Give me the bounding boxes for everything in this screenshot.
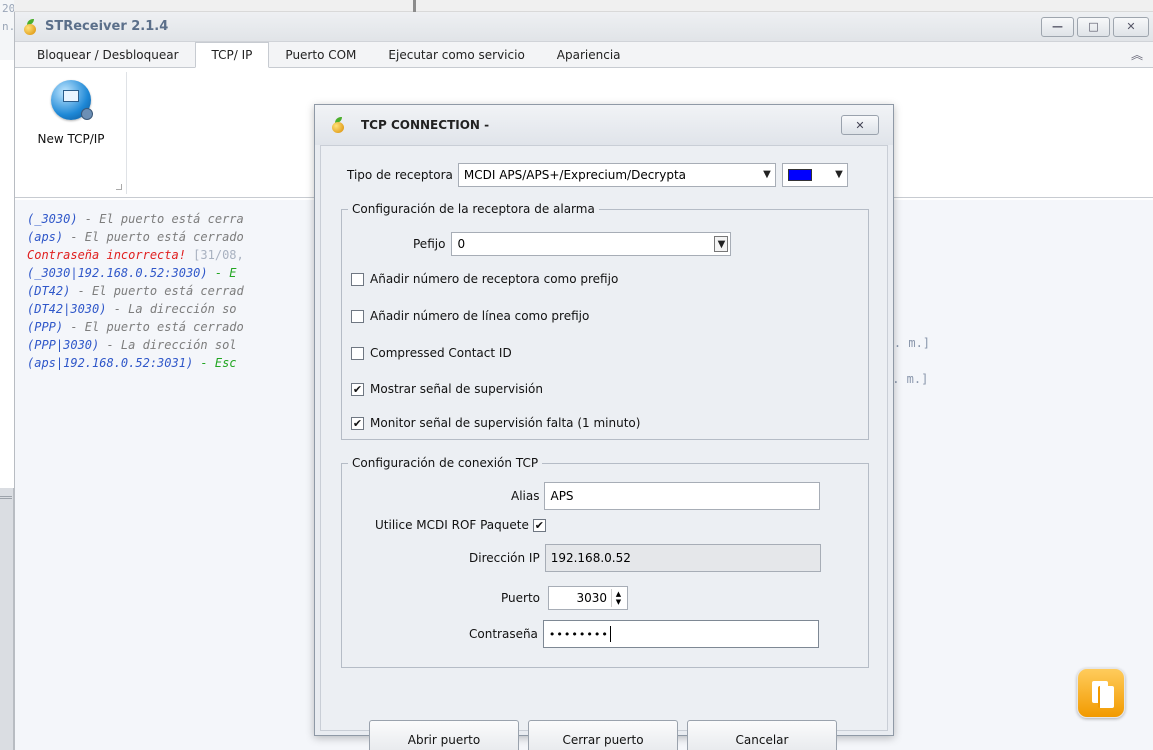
prefix-select[interactable]: 0 ▼ [451, 232, 732, 256]
checkbox-label: Añadir número de receptora como prefijo [370, 272, 619, 286]
minimize-button[interactable]: — [1041, 16, 1074, 37]
checkbox-label: Monitor señal de supervisión falta (1 mi… [370, 416, 641, 430]
tab-label: Puerto COM [285, 48, 357, 62]
document-icon [1098, 686, 1114, 708]
tab-puerto-com[interactable]: Puerto COM [269, 43, 372, 67]
ip-address-input[interactable]: 192.168.0.52 [544, 544, 821, 572]
dialog-close-button[interactable]: ✕ [841, 115, 879, 135]
copy-document-button[interactable] [1077, 668, 1125, 718]
checkbox-monitor-supervision[interactable]: ✔ Monitor señal de supervisión falta (1 … [351, 416, 640, 430]
tab-ejecutar-servicio[interactable]: Ejecutar como servicio [372, 43, 540, 67]
dialog-titlebar[interactable]: TCP CONNECTION - ✕ [315, 105, 893, 145]
maximize-icon: □ [1088, 20, 1099, 33]
maximize-button[interactable]: □ [1077, 16, 1110, 37]
checkbox-label: Añadir número de línea como prefijo [370, 309, 590, 323]
close-icon: ✕ [1126, 20, 1136, 33]
app-logo-icon [23, 18, 37, 35]
tab-label: Ejecutar como servicio [388, 48, 525, 62]
chevron-down-icon: ▼ [763, 169, 771, 180]
tab-label: Apariencia [556, 48, 621, 62]
password-input[interactable]: •••••••• [542, 620, 819, 648]
checkbox[interactable] [351, 309, 364, 323]
alias-input[interactable]: APS [544, 482, 821, 510]
receiver-type-label: Tipo de receptora [347, 168, 453, 182]
background-window-strip [14, 0, 1153, 12]
background-text: n. [2, 20, 16, 33]
background-window-fragment [0, 488, 14, 750]
checkbox-label: Compressed Contact ID [370, 346, 512, 360]
password-label: Contraseña [469, 627, 538, 641]
checkbox-checked[interactable]: ✔ [351, 382, 364, 396]
dialog-title: TCP CONNECTION - [361, 118, 490, 132]
group-legend: Configuración de conexión TCP [352, 456, 539, 470]
receiver-type-select[interactable]: MCDI APS/APS+/Exprecium/Decrypta ▼ [457, 163, 776, 187]
checkbox-compressed-contact-id[interactable]: Compressed Contact ID [351, 346, 512, 360]
port-value: 3030 [576, 591, 607, 605]
color-picker[interactable]: ▼ [781, 163, 848, 187]
new-tcp-ip-button[interactable]: New TCP/IP [25, 78, 117, 158]
chevron-down-icon: ▼ [714, 236, 729, 252]
window-title: STReceiver 2.1.4 [45, 19, 169, 34]
tcp-connection-dialog: TCP CONNECTION - ✕ Tipo de receptora MCD… [314, 104, 894, 750]
background-separator [413, 0, 416, 12]
ribbon-group: New TCP/IP [19, 72, 127, 194]
minimize-icon: — [1052, 20, 1063, 33]
ip-address-value: 192.168.0.52 [550, 551, 631, 565]
tab-label: Bloquear / Desbloquear [37, 48, 179, 62]
close-icon: ✕ [855, 118, 865, 132]
dialog-body: Tipo de receptora MCDI APS/APS+/Expreciu… [320, 145, 888, 750]
checkbox-label: Mostrar señal de supervisión [370, 382, 544, 396]
tab-tcp-ip[interactable]: TCP/ IP [194, 42, 270, 68]
prefix-value: 0 [457, 237, 466, 251]
new-tcp-ip-label: New TCP/IP [37, 132, 105, 146]
tab-label: TCP/ IP [211, 48, 253, 62]
window-titlebar[interactable]: STReceiver 2.1.4 — □ ✕ [15, 12, 1153, 42]
spin-arrows-icon[interactable]: ▲ ▼ [611, 589, 625, 607]
cancel-button[interactable]: Cancelar [687, 720, 837, 750]
port-label: Puerto [501, 591, 540, 605]
dialog-launcher-icon[interactable] [116, 184, 122, 190]
ip-address-label: Dirección IP [469, 551, 540, 565]
receiver-type-value: MCDI APS/APS+/Exprecium/Decrypta [463, 168, 687, 182]
ribbon-tab-bar: Bloquear / Desbloquear TCP/ IP Puerto CO… [15, 42, 1153, 68]
color-swatch [787, 169, 812, 181]
background-text: 20 [2, 2, 16, 15]
close-port-button[interactable]: Cerrar puerto [528, 720, 678, 750]
chevron-up-icon[interactable]: ︽ [1131, 46, 1143, 63]
network-globe-icon [51, 80, 93, 120]
alias-label: Alias [511, 489, 540, 503]
button-label: Cerrar puerto [562, 733, 644, 747]
checkbox-add-receiver-prefix[interactable]: Añadir número de receptora como prefijo [351, 272, 618, 286]
checkbox[interactable] [351, 346, 364, 360]
background-window-fragment: 20 n. [0, 0, 16, 60]
tab-bloquear[interactable]: Bloquear / Desbloquear [21, 43, 195, 67]
password-value: •••••••• [548, 627, 609, 641]
tab-apariencia[interactable]: Apariencia [541, 43, 637, 67]
prefix-label: Pefijo [413, 237, 446, 251]
app-logo-icon [331, 117, 345, 133]
port-stepper[interactable]: 3030 ▲ ▼ [548, 586, 628, 610]
checkbox-add-line-prefix[interactable]: Añadir número de línea como prefijo [351, 309, 589, 323]
chevron-down-icon: ▼ [835, 169, 843, 180]
rof-packet-checkbox[interactable]: ✔ [532, 518, 546, 532]
checkbox-checked[interactable]: ✔ [351, 416, 364, 430]
checkbox-show-supervision[interactable]: ✔ Mostrar señal de supervisión [351, 382, 543, 396]
group-legend: Configuración de la receptora de alarma [352, 202, 595, 216]
open-port-button[interactable]: Abrir puerto [369, 720, 519, 750]
button-label: Abrir puerto [407, 733, 481, 747]
alias-value: APS [550, 489, 574, 503]
button-label: Cancelar [735, 733, 789, 747]
close-button[interactable]: ✕ [1113, 16, 1149, 37]
checkbox[interactable] [351, 272, 364, 286]
rof-packet-label: Utilice MCDI ROF Paquete [375, 518, 529, 532]
